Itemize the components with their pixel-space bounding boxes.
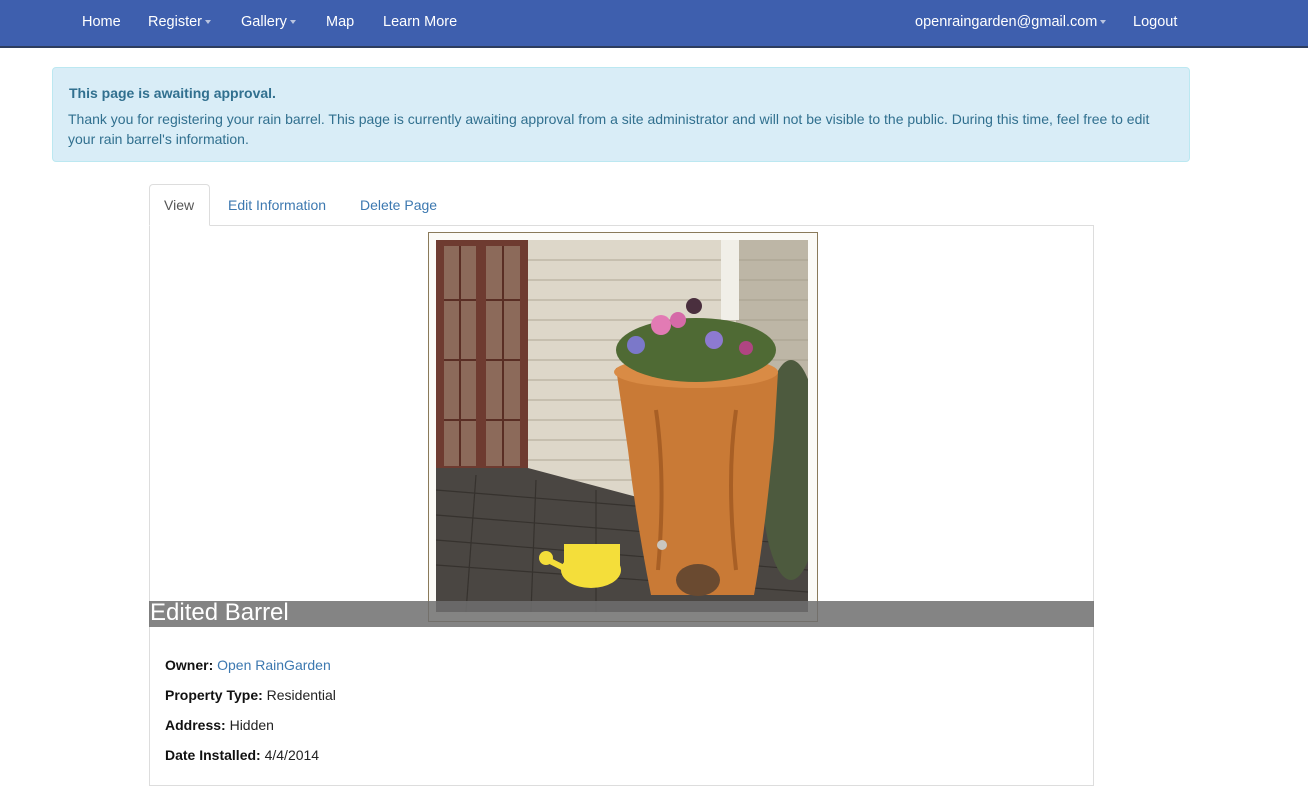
nav-map-link[interactable]: Map <box>326 0 354 46</box>
account-dropdown[interactable]: openraingarden@gmail.com <box>915 0 1107 46</box>
date-installed-value: 4/4/2014 <box>264 747 320 763</box>
caret-down-icon <box>205 20 211 25</box>
nav-map-label: Map <box>326 14 355 30</box>
top-navbar: Home Register Gallery Map Learn More ope… <box>0 0 1308 48</box>
tab-view-label: View <box>164 197 195 213</box>
tab-edit-information-label: Edit Information <box>228 197 327 213</box>
alert-message: Thank you for registering your rain barr… <box>68 111 1150 147</box>
nav-gallery-label: Gallery <box>241 14 287 30</box>
rain-barrel-photo-image <box>436 240 808 612</box>
logout-label: Logout <box>1133 14 1178 30</box>
barrel-title: Edited Barrel <box>150 599 289 626</box>
owner-label: Owner: <box>165 657 214 673</box>
nav-register-label: Register <box>148 14 202 30</box>
address-value: Hidden <box>229 717 274 733</box>
tab-delete-page-label: Delete Page <box>360 197 438 213</box>
tab-view[interactable]: View <box>149 184 210 226</box>
nav-learn-more-link[interactable]: Learn More <box>383 0 457 46</box>
barrel-photo <box>428 232 818 622</box>
nav-home-link[interactable]: Home <box>82 0 121 46</box>
tab-edit-information[interactable]: Edit Information <box>228 184 326 226</box>
date-installed-label: Date Installed: <box>165 747 261 763</box>
approval-alert: This page is awaiting approval. Thank yo… <box>52 67 1190 162</box>
account-email-label: openraingarden@gmail.com <box>915 14 1098 30</box>
tab-delete-page[interactable]: Delete Page <box>360 184 437 226</box>
owner-link[interactable]: Open RainGarden <box>217 657 331 673</box>
property-type-row: Property Type: Residential <box>165 687 336 703</box>
logout-link[interactable]: Logout <box>1133 0 1177 46</box>
alert-title: This page is awaiting approval. <box>69 85 276 101</box>
address-label: Address: <box>165 717 226 733</box>
address-row: Address: Hidden <box>165 717 274 733</box>
owner-row: Owner: Open RainGarden <box>165 657 331 673</box>
property-type-label: Property Type: <box>165 687 263 703</box>
caret-down-icon <box>1100 20 1107 25</box>
nav-register-dropdown[interactable]: Register <box>148 0 211 46</box>
property-type-value: Residential <box>266 687 336 703</box>
caret-down-icon <box>289 20 296 25</box>
nav-gallery-dropdown[interactable]: Gallery <box>241 0 296 46</box>
date-installed-row: Date Installed: 4/4/2014 <box>165 747 319 763</box>
nav-home-label: Home <box>82 14 121 30</box>
title-overlay-bar <box>149 601 1094 627</box>
nav-learn-more-label: Learn More <box>383 14 458 30</box>
